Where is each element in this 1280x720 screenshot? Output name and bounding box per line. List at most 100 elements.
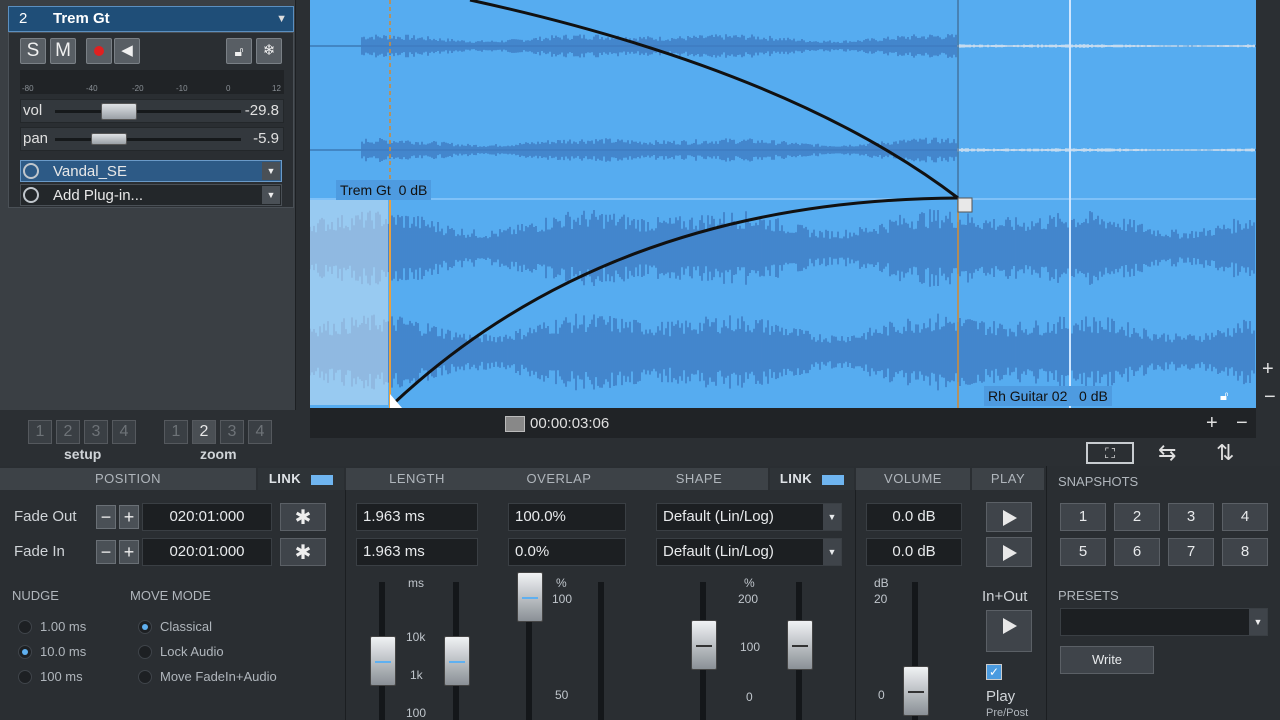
bottom-clip-label[interactable]: Rh Guitar 02 0 dB [984, 386, 1112, 406]
pan-track[interactable] [55, 138, 241, 141]
timeline-bar[interactable] [310, 408, 1256, 438]
fade-out-position-field[interactable]: 020:01:000 [142, 503, 272, 531]
track-title-bar[interactable]: 2 Trem Gt ▼ [8, 6, 294, 32]
zoom-button-2[interactable]: 2 [192, 420, 216, 444]
power-icon[interactable] [23, 187, 39, 203]
setup-button-2[interactable]: 2 [56, 420, 80, 444]
vertical-zoom-in-button[interactable]: + [1262, 358, 1274, 381]
fade-in-asterisk-button[interactable]: ✱ [280, 538, 326, 566]
fade-out-play-button[interactable] [986, 502, 1032, 532]
fade-in-position-field[interactable]: 020:01:000 [142, 538, 272, 566]
horizontal-arrows-icon[interactable]: ⇆ [1158, 440, 1176, 466]
power-icon[interactable] [23, 163, 39, 179]
snapshot-button-6[interactable]: 6 [1114, 538, 1160, 566]
length-fader-handle-2[interactable] [444, 636, 470, 686]
lock-button[interactable]: 🔓︎ [226, 38, 252, 64]
fade-in-curve[interactable] [390, 196, 959, 407]
nudge-radio-3[interactable] [18, 670, 32, 684]
link-toggle-1[interactable]: LINK [258, 468, 344, 490]
fade-out-overlap-field[interactable]: 100.0% [508, 503, 626, 531]
chevron-down-icon[interactable]: ▼ [262, 162, 280, 180]
write-button[interactable]: Write [1060, 646, 1154, 674]
snapshot-button-5[interactable]: 5 [1060, 538, 1106, 566]
lock-icon[interactable]: 🔓︎ [1220, 388, 1236, 404]
chevron-down-icon[interactable]: ▼ [262, 186, 280, 204]
top-clip-gain[interactable]: 0 dB [399, 182, 428, 198]
waveform-svg[interactable] [310, 0, 1256, 408]
chevron-down-icon[interactable]: ▼ [1249, 609, 1267, 635]
setup-button-1[interactable]: 1 [28, 420, 52, 444]
plugin-slot-2[interactable]: Add Plug-in... ▼ [20, 184, 282, 206]
volume-fader-handle[interactable] [101, 103, 137, 120]
length-fader-handle-1[interactable] [370, 636, 396, 686]
snapshot-button-7[interactable]: 7 [1168, 538, 1214, 566]
pre-post-checkbox[interactable]: ✓ [986, 664, 1002, 680]
zoom-button-4[interactable]: 4 [248, 420, 272, 444]
pan-value[interactable]: -5.9 [253, 130, 279, 147]
presets-select[interactable]: ▼ [1060, 608, 1268, 636]
volume-value[interactable]: -29.8 [245, 102, 279, 119]
vertical-zoom-out-button[interactable]: − [1264, 386, 1276, 409]
volume-track[interactable] [55, 110, 241, 113]
chevron-down-icon[interactable]: ▼ [823, 539, 841, 565]
snapshot-button-3[interactable]: 3 [1168, 503, 1214, 531]
snapshot-button-8[interactable]: 8 [1222, 538, 1268, 566]
shape-fader-handle-1[interactable] [691, 620, 717, 670]
fade-out-volume-field[interactable]: 0.0 dB [866, 503, 962, 531]
snapshot-button-1[interactable]: 1 [1060, 503, 1106, 531]
fade-in-volume-field[interactable]: 0.0 dB [866, 538, 962, 566]
move-mode-option-3[interactable]: Move FadeIn+Audio [160, 669, 277, 684]
nudge-radio-1[interactable] [18, 620, 32, 634]
nudge-option-2[interactable]: 10.0 ms [40, 644, 86, 659]
fade-in-overlap-field[interactable]: 0.0% [508, 538, 626, 566]
time-display[interactable]: 00:00:03:06 [530, 415, 609, 432]
fade-handle-icon[interactable] [957, 197, 973, 213]
top-clip-label[interactable]: Trem Gt 0 dB [336, 180, 432, 200]
fade-out-shape-select[interactable]: Default (Lin/Log) ▼ [656, 503, 842, 531]
track-name[interactable]: Trem Gt [53, 7, 110, 31]
fit-view-icon[interactable]: ⛶ [1086, 442, 1134, 464]
chevron-down-icon[interactable]: ▼ [823, 504, 841, 530]
move-mode-radio-3[interactable] [138, 670, 152, 684]
nudge-option-1[interactable]: 1.00 ms [40, 619, 86, 634]
nudge-option-3[interactable]: 100 ms [40, 669, 83, 684]
nudge-radio-2[interactable] [18, 645, 32, 659]
solo-button[interactable]: S [20, 38, 46, 64]
fade-out-curve[interactable] [469, 0, 959, 200]
setup-button-4[interactable]: 4 [112, 420, 136, 444]
link-toggle-2[interactable]: LINK [770, 468, 854, 490]
zoom-out-button[interactable]: − [1236, 412, 1248, 435]
setup-button-3[interactable]: 3 [84, 420, 108, 444]
move-mode-option-1[interactable]: Classical [160, 619, 212, 634]
freeze-button[interactable]: ❄ [256, 38, 282, 64]
move-mode-option-2[interactable]: Lock Audio [160, 644, 224, 659]
snapshot-button-4[interactable]: 4 [1222, 503, 1268, 531]
fade-out-plus-button[interactable]: + [119, 505, 139, 529]
plugin-slot-1[interactable]: Vandal_SE ▼ [20, 160, 282, 182]
overlap-fader-track-2[interactable] [598, 582, 604, 720]
shape-fader-handle-2[interactable] [787, 620, 813, 670]
mute-button[interactable]: M [50, 38, 76, 64]
volume-fader-handle[interactable] [903, 666, 929, 716]
zoom-in-button[interactable]: + [1206, 412, 1218, 435]
move-mode-radio-2[interactable] [138, 645, 152, 659]
fade-in-length-field[interactable]: 1.963 ms [356, 538, 478, 566]
waveform-area[interactable] [310, 0, 1256, 408]
fade-out-minus-button[interactable]: − [96, 505, 116, 529]
track-menu-arrow-icon[interactable]: ▼ [276, 7, 287, 31]
pan-fader-handle[interactable] [91, 133, 127, 145]
vertical-arrows-icon[interactable]: ⇅ [1216, 440, 1234, 466]
snapshot-button-2[interactable]: 2 [1114, 503, 1160, 531]
fade-out-length-field[interactable]: 1.963 ms [356, 503, 478, 531]
fade-in-plus-button[interactable]: + [119, 540, 139, 564]
bottom-clip-gain[interactable]: 0 dB [1079, 388, 1108, 404]
fade-out-asterisk-button[interactable]: ✱ [280, 503, 326, 531]
overlap-fader-handle-1[interactable] [517, 572, 543, 622]
fade-in-play-button[interactable] [986, 537, 1032, 567]
in-out-play-button[interactable] [986, 610, 1032, 652]
fade-in-shape-select[interactable]: Default (Lin/Log) ▼ [656, 538, 842, 566]
zoom-button-1[interactable]: 1 [164, 420, 188, 444]
record-arm-button[interactable] [86, 38, 112, 64]
zoom-button-3[interactable]: 3 [220, 420, 244, 444]
move-mode-radio-1[interactable] [138, 620, 152, 634]
